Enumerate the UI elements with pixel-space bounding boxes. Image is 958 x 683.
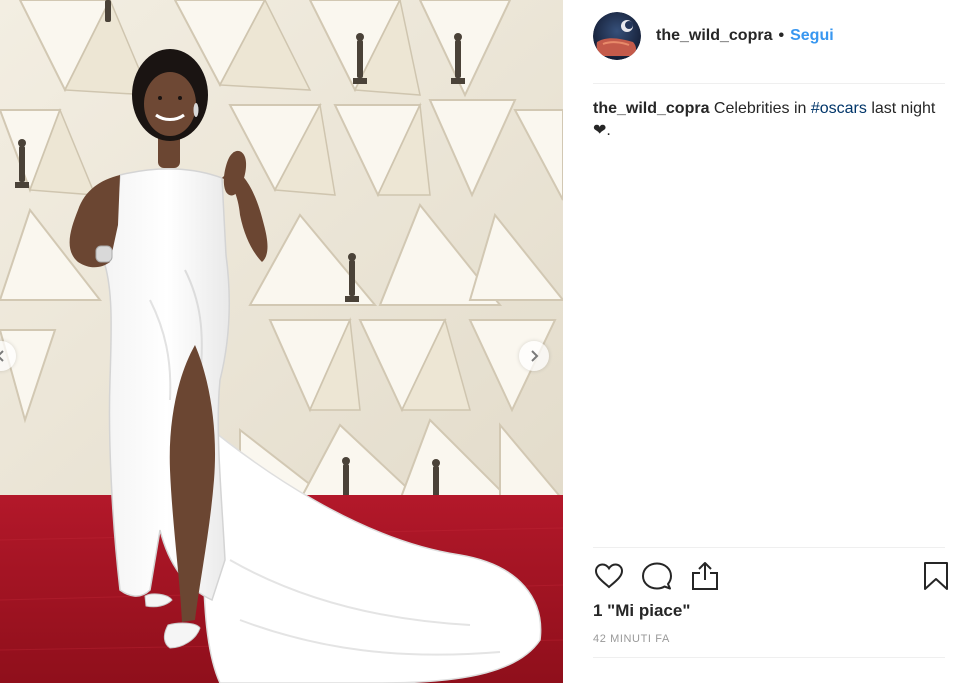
follow-button[interactable]: Segui — [790, 27, 834, 45]
post-sidebar: the_wild_copra • Segui the_wild_copra Ce… — [563, 0, 958, 683]
caption-end: . — [606, 122, 611, 139]
like-button[interactable] — [593, 560, 625, 592]
caption-text-after: last night — [866, 100, 936, 117]
comment-bubble-icon — [642, 562, 672, 590]
post-photo[interactable] — [0, 0, 563, 683]
chevron-left-icon — [0, 350, 4, 362]
post-caption: the_wild_copra Celebrities in #oscars la… — [593, 98, 943, 142]
post-timestamp[interactable]: 42 MINUTI FA — [593, 633, 670, 645]
share-button[interactable] — [689, 560, 721, 592]
red-carpet-photo — [0, 0, 563, 683]
header-text: the_wild_copra • Segui — [656, 27, 834, 45]
avatar[interactable] — [593, 12, 641, 60]
post-header: the_wild_copra • Segui — [593, 12, 943, 60]
hashtag-link[interactable]: #oscars — [811, 100, 867, 117]
save-button[interactable] — [920, 560, 952, 592]
instagram-post: the_wild_copra • Segui the_wild_copra Ce… — [0, 0, 958, 683]
bookmark-icon — [924, 562, 948, 590]
avatar-image — [593, 12, 641, 60]
separator-dot: • — [778, 27, 785, 44]
share-icon — [692, 562, 718, 590]
caption-username[interactable]: the_wild_copra — [593, 100, 709, 117]
likes-count[interactable]: 1 "Mi piace" — [593, 601, 690, 621]
caption-text-before: Celebrities in — [709, 100, 811, 117]
author-username[interactable]: the_wild_copra — [656, 27, 772, 45]
post-actions — [593, 560, 948, 592]
heart-emoji: ❤ — [593, 122, 607, 139]
footer-divider — [593, 657, 945, 658]
comment-button[interactable] — [641, 560, 673, 592]
carousel-next-button[interactable] — [519, 341, 549, 371]
header-divider — [593, 83, 945, 84]
actions-divider — [593, 547, 945, 548]
chevron-right-icon — [531, 350, 539, 362]
heart-icon — [594, 563, 624, 589]
